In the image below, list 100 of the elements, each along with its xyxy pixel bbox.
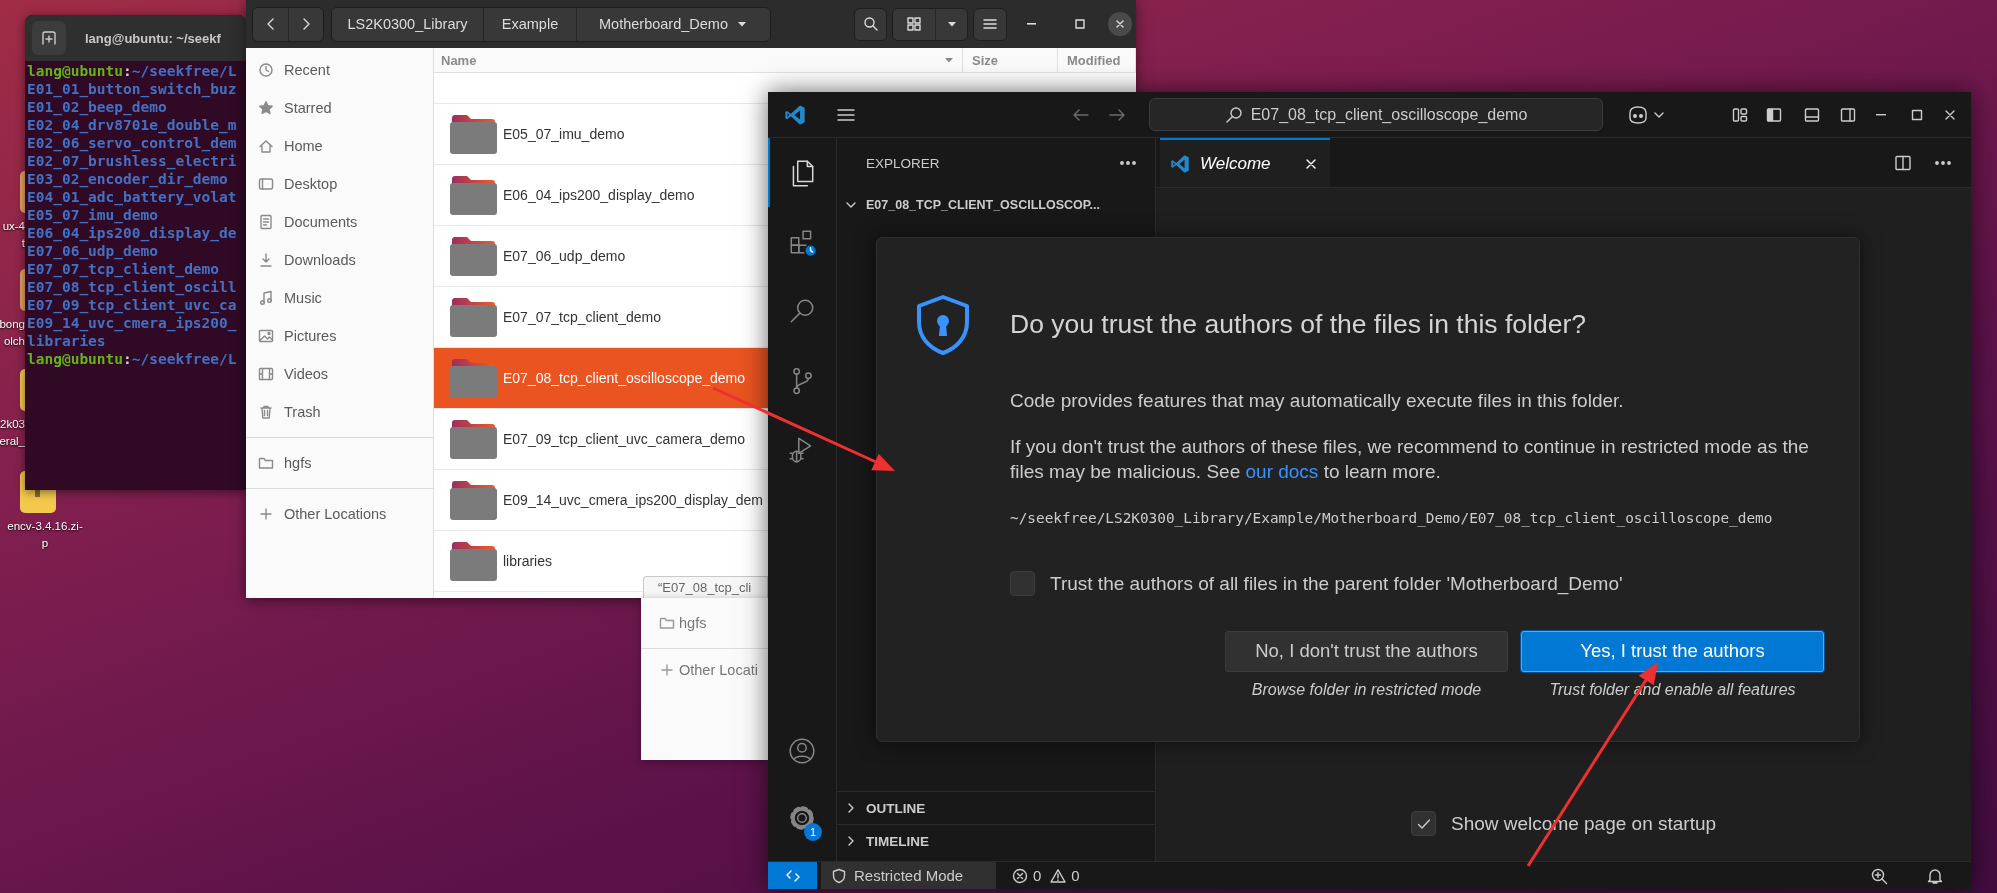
trash-icon <box>258 404 274 420</box>
shield-keyhole-icon <box>915 294 971 356</box>
checkbox-label: Trust the authors of all files in the parent folder 'Motherboard_Demo' <box>1050 572 1623 596</box>
trust-button[interactable]: Yes, I trust the authors <box>1521 630 1824 672</box>
copilot-button[interactable] <box>1627 104 1649 125</box>
activity-bar-item[interactable]: 1 <box>768 784 836 851</box>
terminal-line: E06_04_ips200_display_de <box>27 224 237 242</box>
new-tab-button[interactable] <box>32 21 66 55</box>
command-center-search[interactable]: E07_08_tcp_client_oscilloscope_demo <box>1149 98 1603 131</box>
archive-file-icon[interactable] <box>19 170 25 214</box>
folder-icon <box>450 236 497 276</box>
archive-file-icon[interactable] <box>19 268 25 312</box>
problems-button[interactable]: 0 0 <box>1012 862 1080 889</box>
search-button[interactable] <box>854 7 887 41</box>
split-editor-icon[interactable] <box>1894 153 1912 172</box>
sidebar-item[interactable]: Music <box>246 279 433 317</box>
folder-icon <box>450 541 497 581</box>
file-name: E09_14_uvc_cmera_ips200_display_dem <box>503 492 763 508</box>
sidebar-item[interactable]: Desktop <box>246 165 433 203</box>
document-icon <box>258 214 274 230</box>
sidebar-item[interactable]: hgfs <box>246 444 433 482</box>
toggle-secondary-sidebar-button[interactable] <box>1840 106 1856 123</box>
restricted-mode-button[interactable]: Restricted Mode <box>821 862 996 889</box>
back-button[interactable] <box>253 7 288 41</box>
toggle-panel-button[interactable] <box>1804 106 1820 123</box>
minimize-icon <box>1026 23 1036 25</box>
close-icon <box>1114 18 1126 30</box>
tooltip-label: “E07_08_tcp_cli <box>658 580 752 595</box>
panel-header[interactable]: TIMELINE <box>837 824 1155 857</box>
sidebar-item[interactable]: Other Locations <box>246 495 433 533</box>
path-segment[interactable]: Example <box>483 7 576 41</box>
terminal-line: E01_02_beep_demo <box>27 98 167 116</box>
file-label: p <box>40 536 50 551</box>
path-segment[interactable]: Motherboard_Demo <box>576 7 770 41</box>
sidebar-item[interactable]: Videos <box>246 355 433 393</box>
terminal-line: E01_01_button_switch_buz <box>27 80 237 98</box>
dont-trust-button[interactable]: No, I don't trust the authors <box>1225 630 1508 672</box>
checkbox[interactable] <box>1411 811 1436 836</box>
panel-icon <box>1804 106 1820 123</box>
customize-layout-button[interactable] <box>1732 106 1748 123</box>
docs-link[interactable]: our docs <box>1245 461 1319 482</box>
folder-icon <box>659 615 675 631</box>
sidebar-item[interactable]: Documents <box>246 203 433 241</box>
editor-tab[interactable]: Welcome <box>1160 138 1330 187</box>
maximize-icon <box>1074 18 1086 30</box>
close-button[interactable] <box>1108 12 1132 36</box>
zoom-in-icon[interactable] <box>1870 866 1888 885</box>
sidebar-item[interactable]: Recent <box>246 51 433 89</box>
music-note-icon <box>258 290 274 306</box>
shield-icon <box>831 867 847 884</box>
checkbox[interactable] <box>1010 571 1035 596</box>
search-text: E07_08_tcp_client_oscilloscope_demo <box>1250 105 1528 124</box>
folder-header[interactable]: E07_08_TCP_CLIENT_OSCILLOSCOP... <box>837 194 1155 216</box>
menu-button[interactable] <box>973 7 1007 41</box>
file-name: E07_08_tcp_client_oscilloscope_demo <box>503 370 746 386</box>
sidebar-item[interactable]: Home <box>246 127 433 165</box>
clock-icon <box>258 62 274 78</box>
sidebar-item[interactable]: Other Locati <box>641 651 768 689</box>
terminal-line: E02_04_drv8701e_double_m <box>27 116 237 134</box>
account-icon <box>787 735 817 766</box>
terminal-line: lang@ubuntu:~/seekfree/L <box>27 350 237 368</box>
folder-icon <box>450 297 497 337</box>
warning-icon <box>1050 867 1067 884</box>
view-button[interactable] <box>893 8 935 40</box>
toggle-sidebar-button[interactable] <box>1766 106 1782 123</box>
window-title: lang@ubuntu: ~/seekf <box>85 30 221 46</box>
sidebar-item[interactable]: hgfs <box>641 604 768 642</box>
tab-label: Welcome <box>1200 153 1271 174</box>
file-label: encv-3.4.16.zi- <box>6 519 84 534</box>
file-row[interactable]: E07_06_udp_demo <box>434 226 768 287</box>
file-row[interactable]: E06_04_ips200_display_demo <box>434 165 768 226</box>
logo-icon <box>1170 153 1190 174</box>
star-icon <box>258 100 274 116</box>
sidebar-left-icon <box>1766 106 1782 123</box>
picture-icon <box>258 328 274 344</box>
terminal-line: E07_07_tcp_client_demo <box>27 260 220 278</box>
zip-file-icon[interactable] <box>19 368 25 412</box>
file-label: olch <box>3 334 25 349</box>
terminal-line: E05_07_imu_demo <box>27 206 158 224</box>
minimize-icon <box>1876 113 1886 116</box>
terminal-line: E07_08_tcp_client_oscill <box>27 278 237 296</box>
folder-icon <box>450 175 497 215</box>
forward-button[interactable] <box>288 7 323 41</box>
sidebar-item[interactable]: Pictures <box>246 317 433 355</box>
file-name: E06_04_ips200_display_demo <box>503 187 695 203</box>
file-row[interactable]: E07_09_tcp_client_uvc_camera_demo <box>434 409 768 470</box>
panel-header[interactable]: OUTLINE <box>837 791 1155 824</box>
sidebar-item[interactable]: Starred <box>246 89 433 127</box>
desktop-icon <box>258 176 274 192</box>
plus-icon <box>258 506 274 522</box>
path-segment[interactable]: LS2K0300_Library <box>332 7 483 41</box>
terminal-line: E07_06_udp_demo <box>27 242 158 260</box>
file-row[interactable]: E09_14_uvc_cmera_ips200_display_dem <box>434 470 768 531</box>
new-tab-icon <box>41 30 57 46</box>
bell-icon[interactable] <box>1926 866 1944 885</box>
file-row[interactable]: E05_07_imu_demo <box>434 104 768 165</box>
sidebar-item[interactable]: Downloads <box>246 241 433 279</box>
sidebar-item[interactable]: Trash <box>246 393 433 431</box>
file-row[interactable]: E07_08_tcp_client_oscilloscope_demo <box>434 348 768 409</box>
folder-icon <box>450 419 497 459</box>
